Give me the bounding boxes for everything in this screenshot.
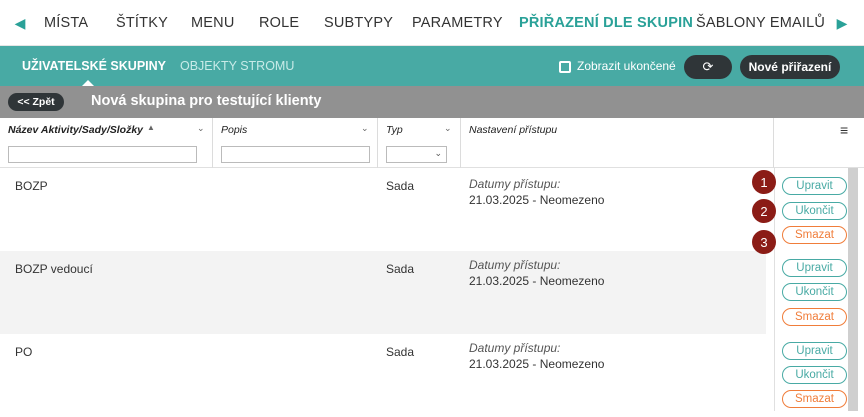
tab-subtypy[interactable]: SUBTYPY: [324, 0, 393, 46]
column-popis-label[interactable]: Popis: [221, 124, 247, 136]
back-button[interactable]: << Zpět: [8, 93, 64, 111]
column-popis-header: Popis ⌄: [213, 118, 378, 168]
row-access-label: Datumy přístupu:: [469, 341, 561, 355]
scroll-left-icon[interactable]: ◀: [8, 0, 32, 46]
delete-button[interactable]: Smazat: [782, 226, 847, 244]
typ-filter-select[interactable]: ⌄: [386, 146, 447, 163]
tab-role[interactable]: ROLE: [259, 0, 299, 46]
sub-nav: UŽIVATELSKÉ SKUPINY OBJEKTY STROMU: [0, 46, 864, 86]
end-button[interactable]: Ukončit: [782, 202, 847, 220]
end-button[interactable]: Ukončit: [782, 283, 847, 301]
row-access-value: 21.03.2025 - Neomezeno: [469, 193, 605, 207]
row-name: PO: [15, 345, 33, 359]
tab-menu[interactable]: MENU: [191, 0, 235, 46]
annotation-badge-3: 3: [752, 230, 776, 254]
tab-sablony-emailu[interactable]: ŠABLONY EMAILŮ: [696, 0, 825, 46]
delete-button[interactable]: Smazat: [782, 390, 847, 408]
column-typ-label[interactable]: Typ: [386, 124, 403, 136]
row-type: Sada: [386, 262, 415, 276]
tab-parametry[interactable]: PARAMETRY: [412, 0, 503, 46]
refresh-icon: ⟳: [702, 59, 714, 74]
column-name-header: Název Aktivity/Sady/Složky ▲ ⌄: [0, 118, 213, 168]
column-menu-icon[interactable]: ⌄: [197, 123, 205, 134]
row-access-value: 21.03.2025 - Neomezeno: [469, 357, 605, 371]
tab-uzivatelske-skupiny[interactable]: UŽIVATELSKÉ SKUPINY: [22, 46, 166, 86]
annotation-badge-2: 2: [752, 199, 776, 223]
row-type: Sada: [386, 345, 415, 359]
vertical-scrollbar[interactable]: [848, 168, 858, 411]
top-nav: ◀ MÍSTA ŠTÍTKY MENU ROLE SUBTYPY PARAMET…: [0, 0, 864, 46]
column-menu-icon[interactable]: ⌄: [444, 123, 452, 134]
tab-stitky[interactable]: ŠTÍTKY: [116, 0, 168, 46]
annotation-badge-1: 1: [752, 170, 776, 194]
edit-button[interactable]: Upravit: [782, 259, 847, 277]
new-assignment-button[interactable]: Nové přiřazení: [740, 55, 840, 79]
row-name: BOZP: [15, 179, 48, 193]
table-row[interactable]: [0, 251, 766, 334]
popis-filter-input[interactable]: [221, 146, 370, 163]
chevron-down-icon: ⌄: [434, 148, 442, 158]
end-button[interactable]: Ukončit: [782, 366, 847, 384]
row-type: Sada: [386, 179, 415, 193]
column-name-label[interactable]: Název Aktivity/Sady/Složky: [8, 124, 143, 136]
tab-objekty-stromu[interactable]: OBJEKTY STROMU: [180, 46, 294, 86]
show-ended-label: Zobrazit ukončené: [577, 59, 676, 73]
column-typ-header: Typ ⌄ ⌄: [378, 118, 461, 168]
delete-button[interactable]: Smazat: [782, 308, 847, 326]
column-menu-icon[interactable]: ⌄: [361, 123, 369, 134]
tab-mista[interactable]: MÍSTA: [44, 0, 88, 46]
group-title: Nová skupina pro testující klienty: [91, 93, 322, 109]
show-ended-checkbox[interactable]: [559, 61, 571, 73]
edit-button[interactable]: Upravit: [782, 177, 847, 195]
sort-asc-icon[interactable]: ▲: [147, 123, 155, 132]
table-row[interactable]: [0, 334, 766, 417]
row-access-value: 21.03.2025 - Neomezeno: [469, 274, 605, 288]
column-access-header: Nastavení přístupu: [461, 118, 774, 168]
row-access-label: Datumy přístupu:: [469, 177, 561, 191]
table-row[interactable]: [0, 168, 766, 251]
name-filter-input[interactable]: [8, 146, 197, 163]
scroll-right-icon[interactable]: ▶: [830, 0, 854, 46]
row-name: BOZP vedoucí: [15, 262, 93, 276]
row-access-label: Datumy přístupu:: [469, 258, 561, 272]
column-access-label[interactable]: Nastavení přístupu: [469, 124, 557, 136]
edit-button[interactable]: Upravit: [782, 342, 847, 360]
hamburger-menu-icon[interactable]: ≡: [840, 122, 848, 138]
refresh-button[interactable]: ⟳: [684, 55, 732, 79]
tab-prirazeni-dle-skupin[interactable]: PŘIŘAZENÍ DLE SKUPIN: [519, 0, 693, 46]
